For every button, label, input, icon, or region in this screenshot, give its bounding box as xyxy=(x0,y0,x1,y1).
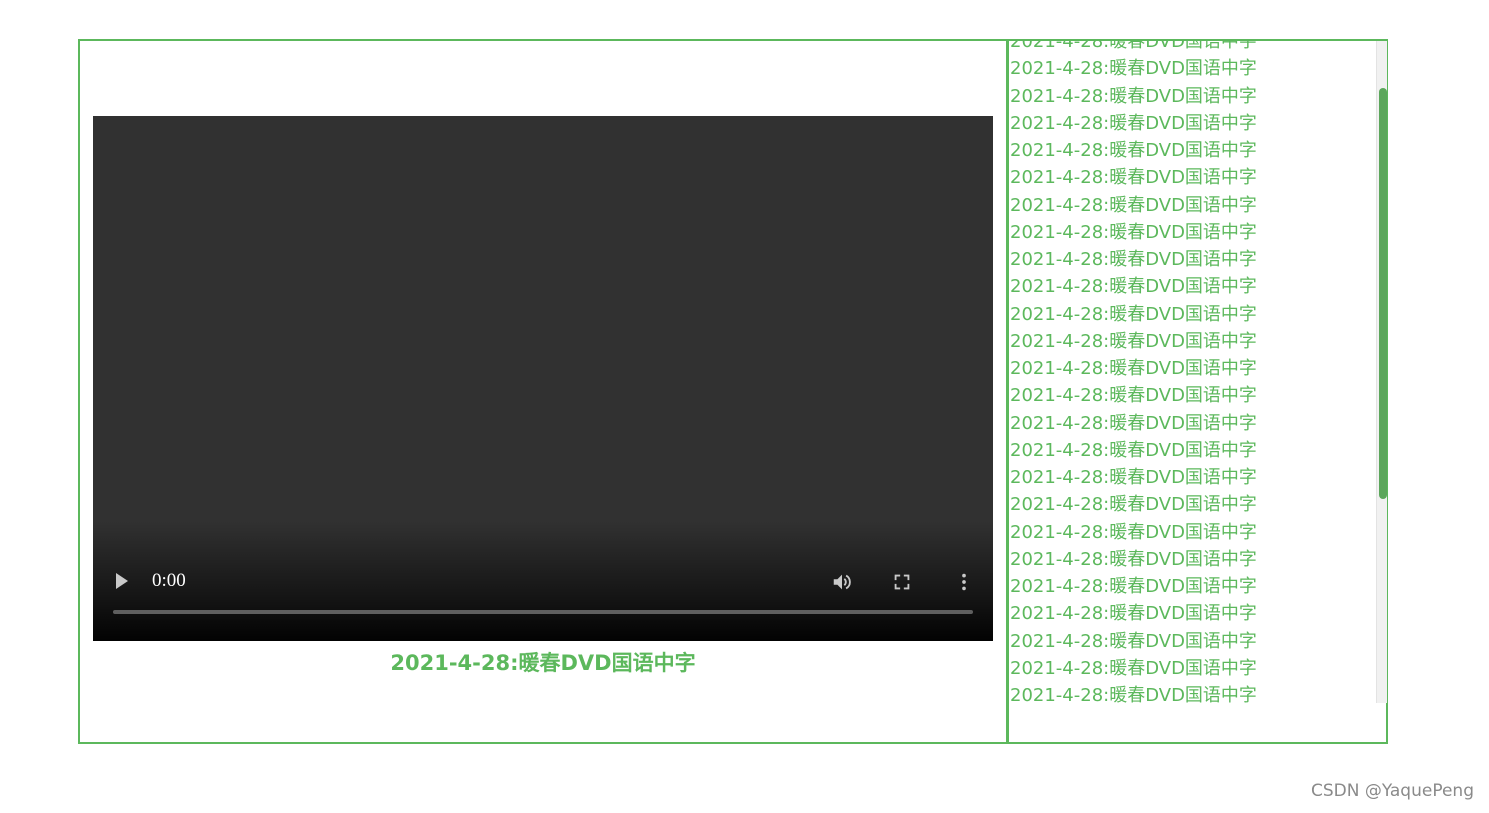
playlist-item[interactable]: 2021-4-28:暖春DVD国语中字 xyxy=(1010,546,1257,573)
controls-gradient xyxy=(93,521,993,641)
playlist-item[interactable]: 2021-4-28:暖春DVD国语中字 xyxy=(1010,55,1257,82)
playlist-item[interactable]: 2021-4-28:暖春DVD国语中字 xyxy=(1010,219,1257,246)
scrollbar-thumb[interactable] xyxy=(1379,88,1387,499)
watermark: CSDN @YaquePeng xyxy=(1310,781,1474,801)
playlist-item[interactable]: 2021-4-28:暖春DVD国语中字 xyxy=(1010,301,1257,328)
progress-bar[interactable] xyxy=(113,610,973,614)
playlist-item[interactable]: 2021-4-28:暖春DVD国语中字 xyxy=(1010,410,1257,437)
playlist-item[interactable]: 2021-4-28:暖春DVD国语中字 xyxy=(1010,573,1257,600)
playlist-item[interactable]: 2021-4-28:暖春DVD国语中字 xyxy=(1010,519,1257,546)
playlist-item[interactable]: 2021-4-28:暖春DVD国语中字 xyxy=(1010,628,1257,655)
playlist-item[interactable]: 2021-4-28:暖春DVD国语中字 xyxy=(1010,246,1257,273)
playlist-item[interactable]: 2021-4-28:暖春DVD国语中字 xyxy=(1010,655,1257,682)
playlist-item[interactable]: 2021-4-28:暖春DVD国语中字 xyxy=(1010,83,1257,110)
playlist-panel: 2021-4-28:暖春DVD国语中字 2021-4-28:暖春DVD国语中字 20… xyxy=(1009,41,1386,703)
playlist-item[interactable]: 2021-4-28:暖春DVD国语中字 xyxy=(1010,355,1257,382)
more-options-icon[interactable] xyxy=(953,571,975,593)
playlist-item[interactable]: 2021-4-28:暖春DVD国语中字 xyxy=(1010,382,1257,409)
playlist-item[interactable]: 2021-4-28:暖春DVD国语中字 xyxy=(1010,192,1257,219)
playlist-item[interactable]: 2021-4-28:暖春DVD国语中字 xyxy=(1010,110,1257,137)
current-time: 0:00 xyxy=(152,570,186,591)
playlist-item[interactable]: 2021-4-28:暖春DVD国语中字 xyxy=(1010,273,1257,300)
player-frame: 0:00 2021-4-28:暖春DVD国语中字 2021-4-28:暖春DVD… xyxy=(78,39,1388,744)
video-player[interactable]: 0:00 xyxy=(93,116,993,641)
video-section: 0:00 2021-4-28:暖春DVD国语中字 xyxy=(80,41,1009,742)
playlist-item[interactable]: 2021-4-28:暖春DVD国语中字 xyxy=(1010,164,1257,191)
playlist-scrollbar[interactable] xyxy=(1376,41,1387,703)
playlist-item[interactable]: 2021-4-28:暖春DVD国语中字 xyxy=(1010,464,1257,491)
playlist-item[interactable]: 2021-4-28:暖春DVD国语中字 xyxy=(1010,491,1257,518)
playlist-item[interactable]: 2021-4-28:暖春DVD国语中字 xyxy=(1010,41,1257,55)
playlist-item[interactable]: 2021-4-28:暖春DVD国语中字 xyxy=(1010,437,1257,464)
volume-icon[interactable] xyxy=(831,571,853,593)
playlist: 2021-4-28:暖春DVD国语中字 2021-4-28:暖春DVD国语中字 20… xyxy=(1010,41,1257,703)
play-icon[interactable] xyxy=(115,572,129,590)
playlist-item[interactable]: 2021-4-28:暖春DVD国语中字 xyxy=(1010,137,1257,164)
playlist-item[interactable]: 2021-4-28:暖春DVD国语中字 xyxy=(1010,600,1257,627)
video-title: 2021-4-28:暖春DVD国语中字 xyxy=(390,651,696,675)
fullscreen-icon[interactable] xyxy=(891,571,913,593)
playlist-item[interactable]: 2021-4-28:暖春DVD国语中字 xyxy=(1010,328,1257,355)
playlist-item[interactable]: 2021-4-28:暖春DVD国语中字 xyxy=(1010,682,1257,703)
